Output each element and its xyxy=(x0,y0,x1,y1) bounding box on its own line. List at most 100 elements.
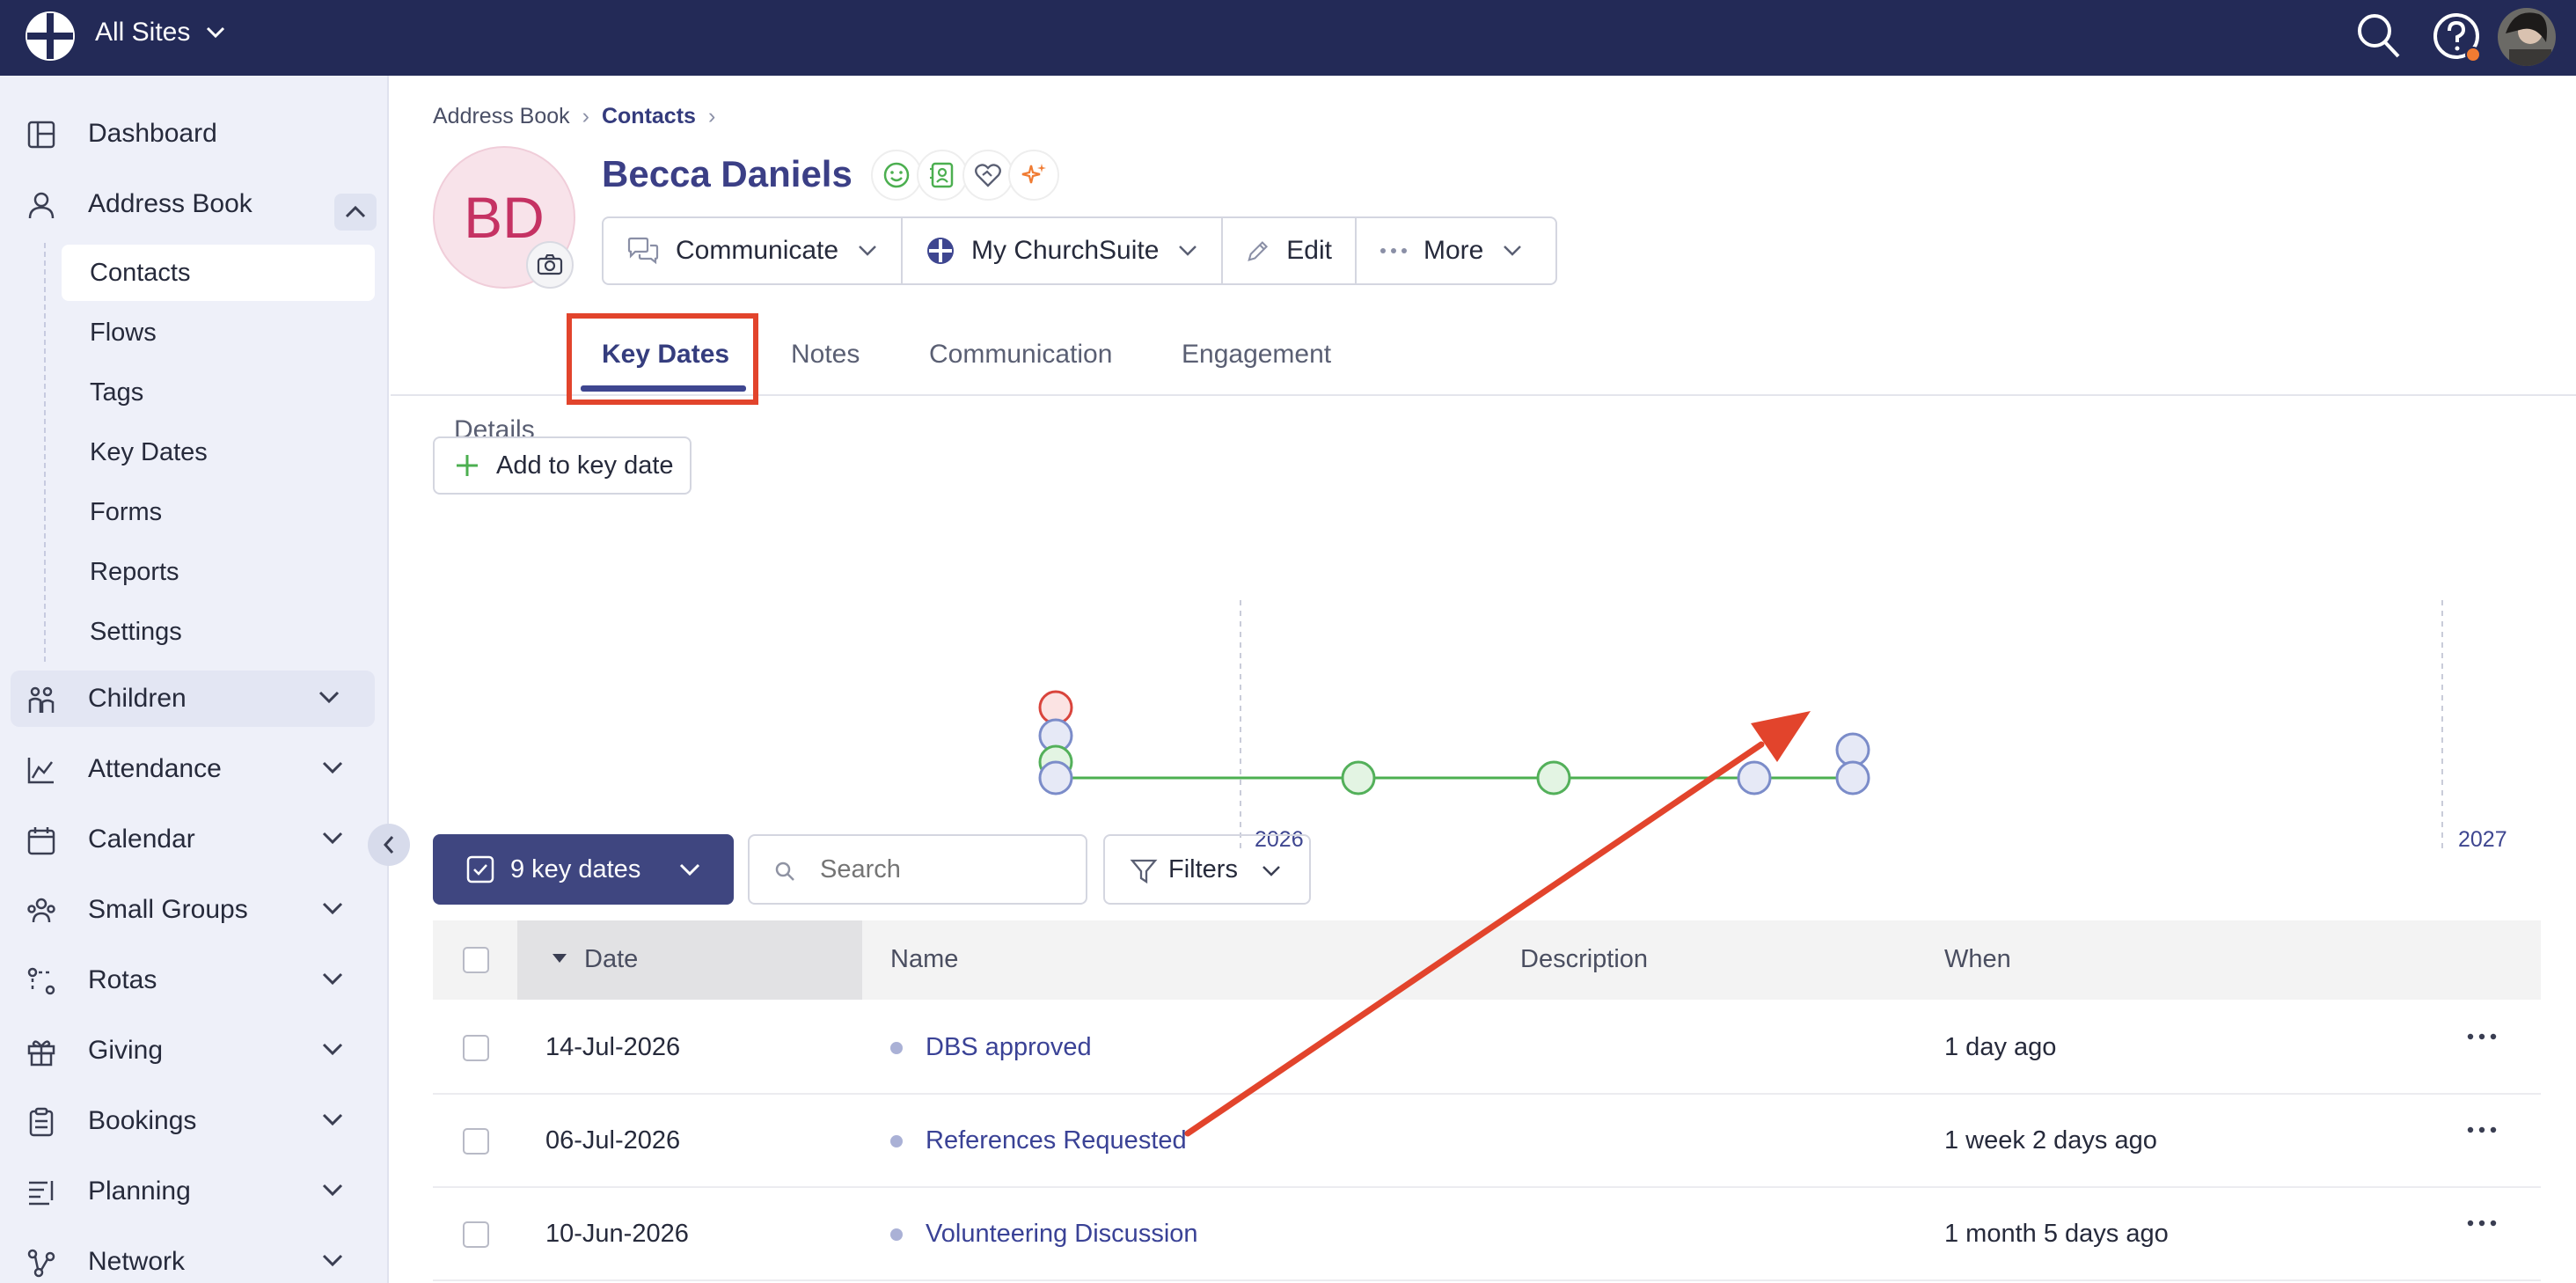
breadcrumb-parent[interactable]: Address Book xyxy=(433,104,570,129)
handshake-heart-icon[interactable] xyxy=(962,150,1014,201)
timeline-marker[interactable] xyxy=(1835,760,1870,795)
sidebar-item-small-groups[interactable]: Small Groups xyxy=(0,882,389,938)
top-bar: All Sites xyxy=(0,0,2576,76)
breadcrumb-current[interactable]: Contacts xyxy=(602,104,696,129)
sidebar-item-planning[interactable]: Planning xyxy=(0,1163,389,1220)
column-header-description[interactable]: Description xyxy=(1520,945,1648,974)
sidebar-subitem-label: Settings xyxy=(90,617,182,646)
sidebar-item-address-book[interactable]: Address Book xyxy=(0,176,389,232)
tab-engagement[interactable]: Engagement xyxy=(1182,340,1331,394)
row-when: 1 week 2 days ago xyxy=(1944,1126,2157,1155)
sidebar-item-network[interactable]: Network xyxy=(0,1234,389,1283)
smile-icon[interactable] xyxy=(871,150,922,201)
sidebar-subitem-forms[interactable]: Forms xyxy=(62,484,375,540)
search-input[interactable] xyxy=(820,854,1066,884)
sidebar-item-label: Planning xyxy=(88,1177,191,1206)
row-more-actions-icon[interactable] xyxy=(2467,1033,2497,1040)
row-more-actions-icon[interactable] xyxy=(2467,1220,2497,1227)
sidebar-subitem-key-dates[interactable]: Key Dates xyxy=(62,424,375,480)
more-button[interactable]: More xyxy=(1357,218,1555,283)
planning-icon xyxy=(29,1181,54,1206)
sidebar-subitem-settings[interactable]: Settings xyxy=(62,604,375,660)
chevron-down-icon xyxy=(318,691,340,704)
timeline-marker[interactable] xyxy=(1341,760,1376,795)
timeline-marker[interactable] xyxy=(1536,760,1571,795)
communicate-button[interactable]: Communicate xyxy=(604,218,903,283)
sidebar-subitem-reports[interactable]: Reports xyxy=(62,544,375,600)
chevron-down-icon xyxy=(1262,866,1280,876)
main-content: Address Book › Contacts › BD Becca Danie… xyxy=(391,76,2576,1283)
sidebar-subitem-tags[interactable]: Tags xyxy=(62,364,375,421)
row-name-link[interactable]: DBS approved xyxy=(926,1033,1092,1062)
sidebar-item-calendar[interactable]: Calendar xyxy=(0,811,389,868)
contact-card-icon[interactable] xyxy=(917,150,968,201)
row-more-actions-icon[interactable] xyxy=(2467,1126,2497,1133)
sidebar-item-giving[interactable]: Giving xyxy=(0,1023,389,1079)
help-icon[interactable] xyxy=(2430,9,2485,65)
sidebar-subitem-label: Tags xyxy=(90,378,144,407)
row-checkbox[interactable] xyxy=(463,1128,489,1155)
status-dot xyxy=(890,1135,903,1147)
contact-status-icons xyxy=(871,150,1059,201)
row-name-link[interactable]: Volunteering Discussion xyxy=(926,1220,1198,1249)
column-header-date[interactable]: Date xyxy=(584,945,638,974)
sidebar-subitem-flows[interactable]: Flows xyxy=(62,304,375,361)
filters-button[interactable]: Filters xyxy=(1103,834,1311,905)
checkbox-checked-icon xyxy=(466,855,494,883)
chevron-down-icon xyxy=(322,902,343,915)
camera-icon xyxy=(537,254,563,275)
sidebar-item-label: Address Book xyxy=(88,189,252,218)
table-row[interactable]: 06-Jul-2026 References Requested 1 week … xyxy=(433,1095,2541,1188)
sidebar-item-bookings[interactable]: Bookings xyxy=(0,1093,389,1149)
rotas-icon xyxy=(27,967,55,995)
sidebar-subitem-contacts[interactable]: Contacts xyxy=(62,245,375,301)
my-churchsuite-button[interactable]: My ChurchSuite xyxy=(903,218,1223,283)
chart-icon xyxy=(27,758,54,784)
my-churchsuite-label: My ChurchSuite xyxy=(971,236,1160,265)
edit-button[interactable]: Edit xyxy=(1223,218,1357,283)
search-icon[interactable] xyxy=(2354,9,2404,62)
address-book-collapse-button[interactable] xyxy=(334,194,377,231)
row-checkbox[interactable] xyxy=(463,1035,489,1061)
row-when: 1 day ago xyxy=(1944,1033,2057,1061)
tab-communication[interactable]: Communication xyxy=(929,340,1112,394)
breadcrumb: Address Book › Contacts › xyxy=(433,104,728,129)
add-to-key-date-label: Add to key date xyxy=(496,451,674,480)
column-header-name[interactable]: Name xyxy=(890,945,958,974)
contact-name: Becca Daniels xyxy=(602,153,853,194)
timeline-marker[interactable] xyxy=(1737,760,1772,795)
tab-label: Notes xyxy=(791,340,860,369)
add-to-key-date-button[interactable]: Add to key date xyxy=(433,436,692,495)
tab-label: Engagement xyxy=(1182,340,1332,369)
user-avatar[interactable] xyxy=(2497,7,2557,67)
column-header-when[interactable]: When xyxy=(1944,945,2011,974)
table-header: Date Name Description When xyxy=(433,920,2541,1000)
chevron-down-icon xyxy=(322,1184,343,1197)
row-checkbox[interactable] xyxy=(463,1221,489,1248)
key-dates-selector-button[interactable]: 9 key dates xyxy=(433,834,734,905)
chevron-down-icon xyxy=(322,1043,343,1056)
more-horizontal-icon xyxy=(1380,248,1407,253)
site-switcher[interactable]: All Sites xyxy=(95,18,225,48)
sidebar: Dashboard Address Book Contacts Flows Ta… xyxy=(0,76,389,1283)
sidebar-item-children[interactable]: Children xyxy=(11,671,375,727)
sidebar-subitem-label: Forms xyxy=(90,497,163,526)
sidebar-item-attendance[interactable]: Attendance xyxy=(0,741,389,797)
table-row[interactable]: 10-Jun-2026 Volunteering Discussion 1 mo… xyxy=(433,1188,2541,1281)
sidebar-item-rotas[interactable]: Rotas xyxy=(0,952,389,1008)
table-row[interactable]: 14-Jul-2026 DBS approved 1 day ago xyxy=(433,1001,2541,1095)
sidebar-item-dashboard[interactable]: Dashboard xyxy=(0,106,389,162)
timeline-marker[interactable] xyxy=(1038,760,1073,795)
sidebar-collapse-toggle[interactable] xyxy=(368,824,410,866)
person-icon xyxy=(28,192,55,219)
pencil-icon xyxy=(1248,241,1269,261)
churchsuite-logo-icon[interactable] xyxy=(23,9,77,63)
filters-label: Filters xyxy=(1168,854,1238,883)
tab-notes[interactable]: Notes xyxy=(791,340,860,394)
select-all-checkbox[interactable] xyxy=(463,947,489,973)
key-dates-count-label: 9 key dates xyxy=(510,854,641,883)
change-photo-button[interactable] xyxy=(526,241,574,289)
row-name-link[interactable]: References Requested xyxy=(926,1126,1187,1155)
sparkle-icon[interactable] xyxy=(1008,150,1059,201)
search-field[interactable] xyxy=(748,834,1087,905)
